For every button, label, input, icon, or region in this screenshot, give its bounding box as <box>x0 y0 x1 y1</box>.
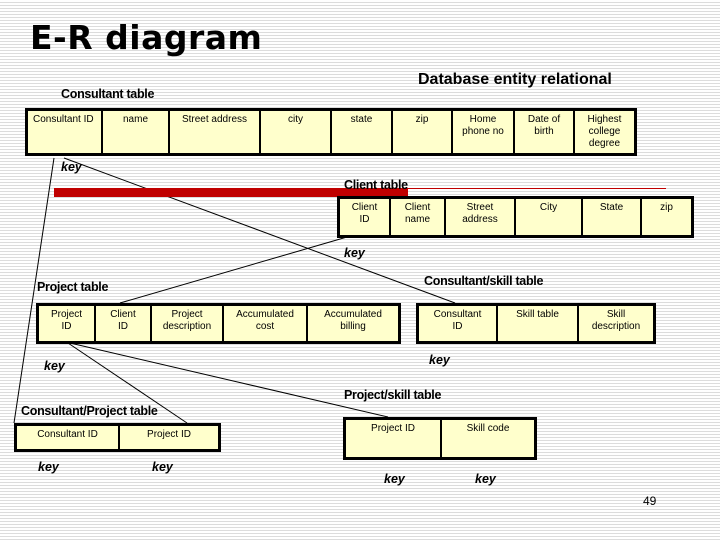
consultant-project-table: Consultant ID Project ID <box>14 423 221 452</box>
client-col-street-address: Street address <box>446 199 516 235</box>
consultant-skill-table: Consultant ID Skill table Skill descript… <box>416 303 656 344</box>
consultant-project-col-consultant-id: Consultant ID <box>17 426 120 449</box>
consultant-table: Consultant ID name Street address city s… <box>25 108 637 156</box>
consultant-col-state: state <box>332 111 393 153</box>
consultant-project-col-project-id: Project ID <box>147 429 191 440</box>
project-col-client-id: Client ID <box>96 306 152 341</box>
consultant-col-consultant-id: Consultant ID <box>28 111 103 153</box>
project-skill-key-label-2: key <box>475 472 496 486</box>
consultant-project-key-label-2: key <box>152 460 173 474</box>
consultant-key-label: key <box>61 160 82 174</box>
project-skill-key-label-1: key <box>384 472 405 486</box>
consultant-col-city: city <box>261 111 332 153</box>
consultant-col-zip: zip <box>393 111 453 153</box>
accent-line <box>408 188 666 189</box>
line-client-to-project <box>119 236 348 304</box>
consultant-col-highest-degree: Highest college degree <box>587 114 622 149</box>
project-skill-table-label: Project/skill table <box>344 388 442 402</box>
project-table: Project ID Client ID Project description… <box>36 303 401 344</box>
project-table-label: Project table <box>37 280 109 294</box>
consultant-col-name: name <box>103 111 170 153</box>
consultant-project-table-label: Consultant/Project table <box>21 404 158 418</box>
consultant-project-key-label-1: key <box>38 460 59 474</box>
project-skill-table: Project ID Skill code <box>343 417 537 460</box>
consultant-table-label: Consultant table <box>61 87 155 101</box>
project-col-project-description: Project description <box>152 306 224 341</box>
project-col-project-id: Project ID <box>39 306 96 341</box>
client-col-client-id: Client ID <box>340 199 391 235</box>
project-col-accumulated-cost: Accumulated cost <box>224 306 308 341</box>
page-number: 49 <box>643 494 657 508</box>
client-col-city: City <box>516 199 583 235</box>
client-col-zip: zip <box>660 202 673 213</box>
consultant-skill-col-skill-description: Skill description <box>591 309 641 332</box>
consultant-col-home-phone: Home phone no <box>453 111 515 153</box>
project-skill-col-skill-code: Skill code <box>466 423 510 434</box>
consultant-skill-key-label: key <box>429 353 450 367</box>
client-col-client-name: Client name <box>391 199 446 235</box>
consultant-col-date-of-birth: Date of birth <box>515 111 575 153</box>
client-col-state: State <box>583 199 642 235</box>
project-skill-col-project-id: Project ID <box>346 420 442 457</box>
consultant-skill-table-label: Consultant/skill table <box>424 274 544 288</box>
consultant-skill-col-skill-table: Skill table <box>498 306 579 341</box>
consultant-skill-col-consultant-id: Consultant ID <box>419 306 498 341</box>
project-key-label: key <box>44 359 65 373</box>
client-table-label: Client table <box>344 178 408 192</box>
project-col-accumulated-billing: Accumulated billing <box>324 309 382 332</box>
consultant-col-street-address: Street address <box>170 111 261 153</box>
client-key-label: key <box>344 246 365 260</box>
client-table: Client ID Client name Street address Cit… <box>337 196 694 238</box>
